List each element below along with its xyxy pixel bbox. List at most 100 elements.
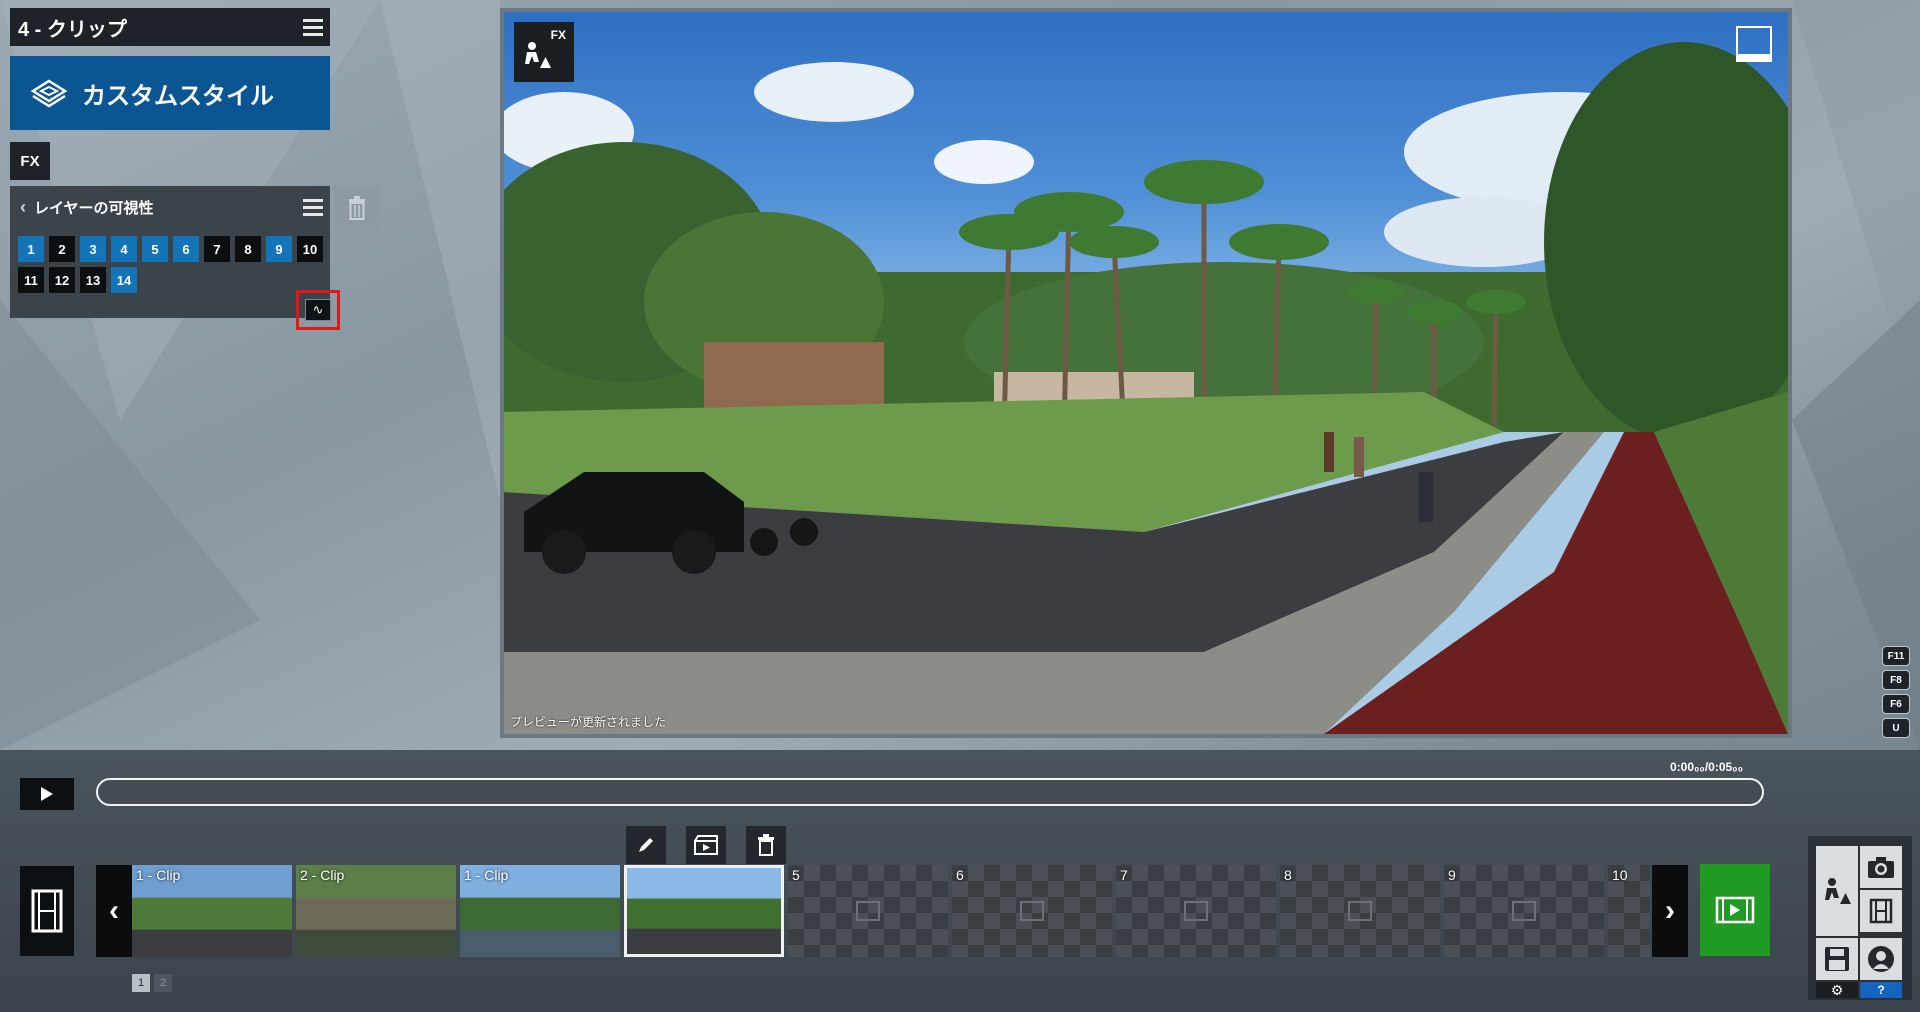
layer-toggle-13[interactable]: 13 <box>80 267 106 293</box>
mode-panel: ⚙ ? <box>1808 836 1912 1000</box>
layer-toggle-11[interactable]: 11 <box>18 267 44 293</box>
delete-clip-button[interactable] <box>746 826 786 864</box>
timecode: 0:00₀₀/0:05₀₀ <box>1670 760 1744 774</box>
floppy-icon <box>1825 947 1849 971</box>
help-button[interactable]: ? <box>1860 982 1902 998</box>
timeline-scrubber[interactable] <box>96 778 1764 806</box>
clip-thumbnail[interactable]: 1 - Clip <box>460 865 620 957</box>
clip-title: 4 - クリップ <box>18 18 127 41</box>
camera-icon <box>1868 857 1894 878</box>
clip-menu-button[interactable] <box>296 8 330 46</box>
film-strip-icon <box>31 889 63 933</box>
render-preview[interactable]: FX プレビューが更新されました <box>500 8 1792 738</box>
layers-style-icon <box>30 79 68 108</box>
layer-keyframe-button[interactable]: ∿ <box>296 290 340 330</box>
clip-label: 1 - Clip <box>464 867 509 883</box>
clips-next-button[interactable]: › <box>1652 865 1688 957</box>
film-strip-icon <box>1869 898 1893 924</box>
film-placeholder-icon <box>1512 901 1536 921</box>
f11-key-button[interactable]: F11 <box>1882 646 1910 666</box>
layer-toggle-1[interactable]: 1 <box>18 236 44 262</box>
layer-toggle-10[interactable]: 10 <box>297 236 323 262</box>
layer-toggle-8[interactable]: 8 <box>235 236 261 262</box>
chevron-left-icon: ‹ <box>109 894 119 927</box>
layer-menu-button[interactable] <box>296 188 330 226</box>
clapper-icon <box>694 835 718 855</box>
preview-status-text: プレビューが更新されました <box>510 715 667 729</box>
wave-icon: ∿ <box>312 302 324 317</box>
layer-toggle-14[interactable]: 14 <box>111 267 137 293</box>
trash-icon <box>349 196 365 220</box>
fx-badge-label: FX <box>550 28 566 42</box>
chevron-right-icon: › <box>1665 894 1675 927</box>
fullscreen-toggle[interactable] <box>1736 26 1772 62</box>
help-icon: ? <box>1877 983 1885 997</box>
clip-label: 1 - Clip <box>136 867 181 883</box>
clip-thumbnail-selected[interactable] <box>624 865 784 957</box>
fx-tab[interactable]: FX <box>10 142 50 180</box>
preview-scene-image <box>504 42 1788 734</box>
empty-clip-slot[interactable]: 8 <box>1280 865 1440 957</box>
timeline-bar: 0:00₀₀/0:05₀₀ ‹ 1 - Clip 2 - Clip 1 - Clip… <box>0 750 1920 1012</box>
film-placeholder-icon <box>856 901 880 921</box>
f6-key-button[interactable]: F6 <box>1882 694 1910 714</box>
worker-icon <box>1825 878 1851 904</box>
play-button[interactable] <box>20 778 74 810</box>
empty-clip-slot[interactable]: 6 <box>952 865 1112 957</box>
empty-clip-slot[interactable]: 5 <box>788 865 948 957</box>
layer-toggle-7[interactable]: 7 <box>204 236 230 262</box>
clips-prev-button[interactable]: ‹ <box>96 865 132 957</box>
layer-toggle-12[interactable]: 12 <box>49 267 75 293</box>
page-button-2[interactable]: 2 <box>154 974 172 992</box>
layer-toggle-2[interactable]: 2 <box>49 236 75 262</box>
clip-library-button[interactable] <box>20 866 74 956</box>
clip-label: 7 <box>1120 867 1128 883</box>
live-mode-button[interactable] <box>1860 938 1902 980</box>
clip-strip: 1 - Clip 2 - Clip 1 - Clip 5 6 7 8 9 10 <box>132 865 1650 957</box>
layer-panel-title: レイヤーの可視性 <box>34 199 154 217</box>
clip-thumbnail[interactable]: 2 - Clip <box>296 865 456 957</box>
film-placeholder-icon <box>1348 901 1372 921</box>
clip-header: 4 - クリップ <box>10 8 330 46</box>
film-placeholder-icon <box>1184 901 1208 921</box>
settings-button[interactable]: ⚙ <box>1816 982 1858 998</box>
u-key-button[interactable]: U <box>1882 718 1910 738</box>
save-button[interactable] <box>1816 938 1858 980</box>
film-play-icon <box>1715 896 1755 924</box>
layer-toggle-4[interactable]: 4 <box>111 236 137 262</box>
clip-label: 5 <box>792 867 800 883</box>
empty-clip-slot[interactable]: 9 <box>1444 865 1604 957</box>
page-button-1[interactable]: 1 <box>132 974 150 992</box>
video-mode-button[interactable] <box>1860 890 1902 932</box>
layer-toggle-5[interactable]: 5 <box>142 236 168 262</box>
fx-mode-badge[interactable]: FX <box>514 22 574 82</box>
custom-style-button[interactable]: カスタムスタイル <box>10 56 330 130</box>
build-mode-button[interactable] <box>1816 846 1858 936</box>
live-person-icon <box>1868 946 1894 972</box>
layer-toggle-6[interactable]: 6 <box>173 236 199 262</box>
render-movie-button[interactable] <box>1700 864 1770 956</box>
fx-tab-label: FX <box>20 152 40 170</box>
photo-mode-button[interactable] <box>1860 846 1902 888</box>
trash-icon <box>758 834 774 856</box>
empty-clip-slot[interactable]: 10 <box>1608 865 1650 957</box>
clip-label: 6 <box>956 867 964 883</box>
edit-clip-button[interactable] <box>626 826 666 864</box>
clip-label: 10 <box>1612 867 1628 883</box>
custom-style-label: カスタムスタイル <box>82 82 274 110</box>
clip-label: 9 <box>1448 867 1456 883</box>
clip-thumbnail[interactable]: 1 - Clip <box>132 865 292 957</box>
pencil-icon <box>639 838 653 852</box>
clip-label: 2 - Clip <box>300 867 345 883</box>
f8-key-button[interactable]: F8 <box>1882 670 1910 690</box>
film-placeholder-icon <box>1020 901 1044 921</box>
gear-icon: ⚙ <box>1830 981 1844 998</box>
empty-clip-slot[interactable]: 7 <box>1116 865 1276 957</box>
preview-clip-button[interactable] <box>686 826 726 864</box>
layer-toggle-3[interactable]: 3 <box>80 236 106 262</box>
delete-effect-button[interactable] <box>334 186 380 230</box>
clip-label: 8 <box>1284 867 1292 883</box>
layer-toggle-9[interactable]: 9 <box>266 236 292 262</box>
back-chevron-icon[interactable]: ‹ <box>20 197 26 218</box>
worker-icon <box>525 42 551 68</box>
